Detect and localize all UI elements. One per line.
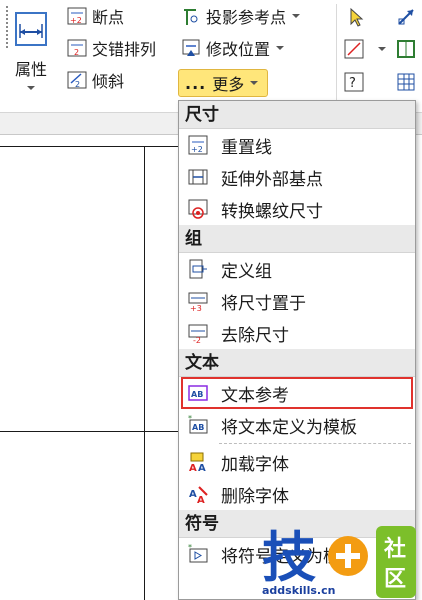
delete-font-icon: AA [187, 483, 209, 505]
chevron-down-icon[interactable] [378, 47, 386, 51]
more-button[interactable]: ... 更多 [178, 69, 268, 97]
svg-text:*: * [188, 543, 192, 552]
svg-text:A: A [189, 463, 197, 473]
menu-item-reset-line[interactable]: +2 重置线 [179, 129, 415, 161]
svg-text:A: A [198, 463, 206, 473]
select-arrow-icon[interactable] [346, 6, 368, 28]
chevron-down-icon [250, 81, 259, 85]
properties-label: 属性 [14, 60, 47, 79]
chevron-down-icon[interactable] [292, 14, 301, 18]
chevron-down-icon[interactable] [27, 86, 35, 90]
frame-icon[interactable] [395, 38, 417, 60]
symbol-template-icon: * [187, 543, 209, 565]
properties-button[interactable]: 属性 [6, 6, 56, 96]
menu-item-define-group[interactable]: 定义组 [179, 253, 415, 285]
remove-dimension-icon: -2 [187, 322, 209, 344]
place-dimension-icon: +3 [187, 290, 209, 312]
svg-text:?: ? [349, 76, 356, 91]
svg-text:+3: +3 [190, 304, 202, 312]
svg-text:2: 2 [74, 48, 79, 57]
modify-position-label: 修改位置 [206, 40, 271, 59]
svg-text:+2: +2 [70, 16, 82, 25]
thread-icon [187, 198, 209, 220]
modify-position-icon [180, 37, 202, 59]
modify-position-button[interactable]: 修改位置 [180, 36, 285, 60]
stagger-button[interactable]: 2 交错排列 [66, 36, 156, 60]
slant-button[interactable]: 2 倾斜 [66, 68, 124, 92]
svg-text:AB: AB [191, 390, 203, 399]
svg-text:区: 区 [384, 567, 406, 592]
drawing-line [0, 146, 178, 147]
drawing-line [0, 431, 178, 432]
text-reference-icon: AB [187, 382, 209, 404]
extend-base-icon [187, 166, 209, 188]
svg-text:+2: +2 [191, 145, 203, 154]
menu-item-place-dimension[interactable]: +3 将尺寸置于 [179, 285, 415, 317]
watermark-url: addskills.cn [262, 584, 336, 597]
ribbon: 属性 +2 断点 2 交错排列 2 倾斜 投影参考点 修改位置 ... 更多 ? [0, 0, 422, 113]
properties-icon [12, 10, 50, 48]
load-font-icon: AA [187, 451, 209, 473]
ribbon-separator [336, 4, 337, 104]
menu-item-text-reference[interactable]: AB 文本参考 [181, 377, 413, 409]
question-symbol-icon[interactable]: ? [343, 71, 365, 93]
table-icon[interactable] [395, 71, 417, 93]
stagger-label: 交错排列 [92, 40, 157, 59]
svg-text:2: 2 [75, 80, 80, 89]
tool-arrow-icon[interactable] [395, 6, 417, 28]
more-label: 更多 [212, 75, 245, 94]
svg-text:A: A [197, 495, 205, 505]
section-group: 组 [179, 225, 415, 253]
section-dimension: 尺寸 [179, 101, 415, 129]
svg-text:A: A [189, 489, 197, 500]
menu-item-delete-font[interactable]: AA 删除字体 [179, 478, 415, 510]
svg-text:AB: AB [192, 423, 204, 432]
drawing-line [144, 146, 145, 600]
menu-item-load-font[interactable]: AA 加载字体 [179, 446, 415, 478]
projection-ref-icon [180, 5, 202, 27]
break-icon: +2 [66, 5, 88, 27]
stagger-icon: 2 [66, 37, 88, 59]
svg-text:社: 社 [384, 536, 406, 562]
slant-icon: 2 [66, 69, 88, 91]
menu-item-extend-outer-base[interactable]: 延伸外部基点 [179, 161, 415, 193]
svg-text:*: * [188, 414, 192, 423]
define-group-icon [187, 258, 209, 280]
menu-item-convert-thread[interactable]: 转换螺纹尺寸 [179, 193, 415, 225]
projection-ref-button[interactable]: 投影参考点 [180, 4, 301, 28]
section-text: 文本 [179, 349, 415, 377]
menu-separator [219, 443, 411, 444]
watermark-char: 技 [262, 526, 316, 589]
menu-item-remove-dimension[interactable]: -2 去除尺寸 [179, 317, 415, 349]
chevron-down-icon[interactable] [276, 46, 285, 50]
more-dots-icon: ... [185, 73, 207, 93]
reset-line-icon: +2 [187, 134, 209, 156]
projection-ref-label: 投影参考点 [206, 8, 287, 27]
angle-dimension-icon[interactable] [343, 38, 365, 60]
text-template-icon: AB * [187, 414, 209, 436]
svg-text:-2: -2 [193, 336, 201, 344]
break-label: 断点 [92, 8, 125, 27]
break-button[interactable]: +2 断点 [66, 4, 124, 28]
slant-label: 倾斜 [92, 72, 125, 91]
menu-item-define-text-template[interactable]: AB * 将文本定义为模板 [179, 409, 415, 441]
